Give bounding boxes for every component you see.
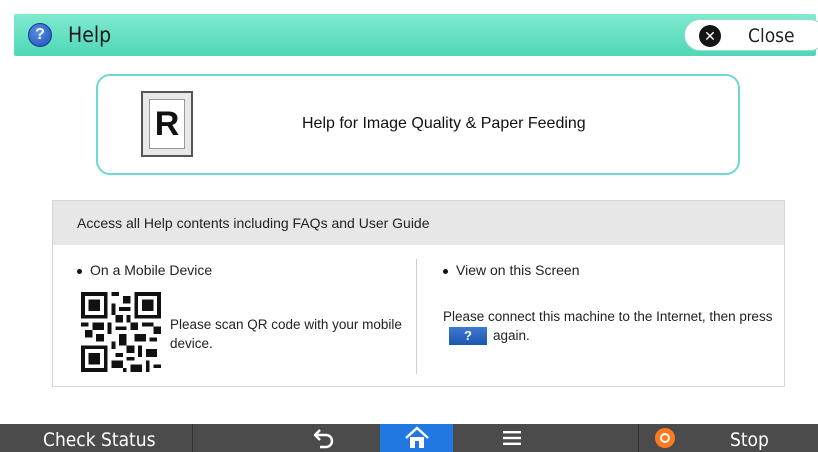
title-bar: ? Help ✕ Close [14,14,818,56]
close-label: Close [748,25,795,47]
mobile-device-title-text: On a Mobile Device [90,262,213,278]
help-access-panel: Access all Help contents including FAQs … [52,200,785,387]
bottom-bar-separator [192,424,193,452]
image-quality-help-label: Help for Image Quality & Paper Feeding [302,115,586,132]
bottom-bar: Check Status Stop [0,424,818,452]
help-access-header-text: Access all Help contents including FAQs … [77,215,430,231]
document-r-icon: R [141,91,193,157]
back-arrow-icon[interactable] [312,427,336,449]
help-button-glyph: ? [449,327,487,346]
internet-instructions-after: again. [493,328,530,343]
home-button[interactable] [380,424,453,452]
bottom-bar-separator [638,424,639,452]
help-access-header: Access all Help contents including FAQs … [53,201,784,245]
close-button[interactable]: ✕ Close [684,19,818,51]
internet-instructions-before: Please connect this machine to the Inter… [443,309,773,324]
r-icon-letter: R [149,99,185,149]
check-status-button[interactable]: Check Status [43,429,156,451]
stop-button[interactable]: Stop [730,429,769,451]
view-on-screen-title-text: View on this Screen [456,262,580,278]
help-icon: ? [28,23,52,47]
close-icon: ✕ [699,25,721,47]
bullet-icon [77,268,82,274]
menu-icon[interactable] [503,431,521,445]
internet-instructions: Please connect this machine to the Inter… [443,307,773,346]
image-quality-help-button[interactable]: R Help for Image Quality & Paper Feeding [96,74,740,175]
column-divider [416,259,417,374]
view-on-screen-title: View on this Screen [443,262,579,278]
home-icon [405,426,429,448]
bullet-icon [443,268,448,274]
mobile-device-title: On a Mobile Device [77,262,212,278]
stop-icon-ring [660,433,670,443]
page-title: Help [68,23,112,47]
qr-code-icon [81,292,161,372]
qr-instructions: Please scan QR code with your mobile dev… [170,317,402,351]
stop-icon[interactable] [655,428,675,448]
